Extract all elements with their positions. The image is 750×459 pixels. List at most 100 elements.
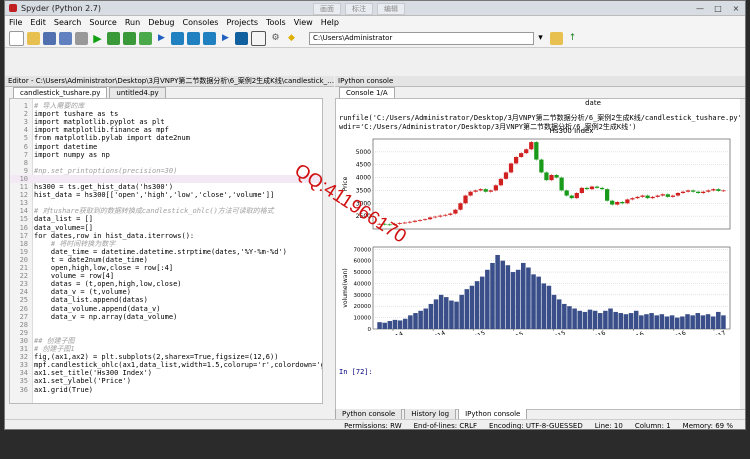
candle-body xyxy=(685,190,691,192)
menu-item-run[interactable]: Run xyxy=(125,18,140,27)
x-tick-label: Nov 2016 xyxy=(659,329,688,335)
candle-body xyxy=(569,195,574,199)
status-permissions: Permissions: RW xyxy=(344,421,402,430)
candle-body xyxy=(422,219,428,221)
overlay-button-2[interactable]: 标注 xyxy=(345,3,373,15)
console-prompt[interactable]: In [72]: xyxy=(339,368,373,376)
step-into-icon[interactable] xyxy=(187,31,200,45)
candle-body xyxy=(407,221,413,223)
step-return-icon[interactable] xyxy=(203,31,216,45)
step-icon[interactable] xyxy=(171,31,184,45)
volume-bar xyxy=(705,314,711,329)
menu-item-projects[interactable]: Projects xyxy=(226,18,258,27)
candle-body xyxy=(599,187,605,190)
menu-item-source[interactable]: Source xyxy=(89,18,116,27)
maximize-button[interactable]: □ xyxy=(709,4,727,13)
run-cell-icon[interactable] xyxy=(107,31,120,45)
recorder-overlay: 画面 标注 编辑 xyxy=(313,3,405,15)
volume-tick-label: 10000 xyxy=(354,316,372,322)
volume-bar xyxy=(521,262,526,329)
candle-body xyxy=(696,191,701,193)
volume-bar xyxy=(402,318,408,329)
save-icon[interactable] xyxy=(43,31,56,45)
dropdown-icon[interactable]: ▾ xyxy=(534,32,547,45)
minimize-button[interactable]: — xyxy=(691,4,709,13)
candle-body xyxy=(640,195,645,197)
parent-dir-icon[interactable]: ↑ xyxy=(566,32,579,45)
candle-body xyxy=(427,217,433,220)
candle-body xyxy=(493,185,498,191)
volume-bar xyxy=(695,313,701,329)
chart-title: Hs300 Index xyxy=(550,127,594,135)
browse-folder-icon[interactable] xyxy=(550,31,563,45)
candle-body xyxy=(645,195,650,199)
volume-bar xyxy=(551,294,557,329)
volume-bar xyxy=(690,315,695,329)
candle-body xyxy=(458,203,463,210)
code-text: ax1.set_title('Hs300 Index') xyxy=(34,369,153,378)
volume-bar xyxy=(613,311,618,329)
menu-item-file[interactable]: File xyxy=(9,18,22,27)
candle-body xyxy=(716,189,721,191)
menu-item-consoles[interactable]: Consoles xyxy=(183,18,219,27)
preferences-icon[interactable]: ⚙ xyxy=(269,32,282,45)
menu-item-view[interactable]: View xyxy=(294,18,313,27)
volume-tick-label: 40000 xyxy=(354,281,372,287)
x-tick-label: Jul 2016 xyxy=(620,330,646,335)
volume-bar xyxy=(628,313,634,329)
python-path-icon[interactable]: ◆ xyxy=(285,32,298,45)
candle-body xyxy=(488,190,493,192)
save-all-icon[interactable] xyxy=(59,31,72,45)
candle-body xyxy=(508,163,514,173)
open-folder-icon[interactable] xyxy=(27,31,40,45)
volume-bar xyxy=(413,313,418,329)
volume-bar xyxy=(592,310,598,329)
debug-icon[interactable]: ▶ xyxy=(155,32,168,45)
maximize-pane-icon[interactable] xyxy=(251,30,266,46)
run-icon[interactable]: ▶ xyxy=(91,32,104,45)
new-file-icon[interactable] xyxy=(9,30,24,46)
candle-body xyxy=(615,202,620,205)
volume-bar xyxy=(644,314,649,329)
run-selection-icon[interactable] xyxy=(139,31,152,45)
volume-bar xyxy=(536,276,541,329)
console-scrollbar[interactable] xyxy=(740,99,745,409)
code-text: date_time = datetime.datetime.strptime(d… xyxy=(34,247,287,256)
code-text: ## 创建子图 xyxy=(34,336,75,345)
ipython-console[interactable]: runfile('C:/Users/Administrator/Desktop/… xyxy=(335,98,745,410)
working-directory-field[interactable]: C:\Users\Administrator xyxy=(309,31,534,45)
code-text: ax1.set_ylabel('Price') xyxy=(34,377,131,386)
status-bar: Permissions: RW End-of-lines: CRLF Encod… xyxy=(5,419,745,430)
print-icon[interactable] xyxy=(75,31,88,45)
candle-body xyxy=(483,189,488,192)
volume-bar xyxy=(515,269,521,329)
volume-bar xyxy=(659,314,665,329)
candle-body xyxy=(605,189,610,201)
stop-debug-icon[interactable] xyxy=(235,31,248,45)
x-tick-label: Jul 2014 xyxy=(379,330,405,335)
x-tick-label: Nov 2015 xyxy=(538,329,567,335)
run-cell-advance-icon[interactable] xyxy=(123,31,136,45)
menu-item-search[interactable]: Search xyxy=(54,18,81,27)
menu-item-edit[interactable]: Edit xyxy=(30,18,46,27)
candle-body xyxy=(417,220,423,221)
volume-bar xyxy=(505,265,511,329)
code-editor[interactable]: 1 # 导入需要的库 2 import tushare as ts 3 import ma… xyxy=(9,98,323,404)
volume-bar xyxy=(526,267,531,329)
volume-bar xyxy=(387,321,393,329)
menu-item-debug[interactable]: Debug xyxy=(148,18,174,27)
price-tick-label: 4500 xyxy=(356,162,371,169)
menu-item-help[interactable]: Help xyxy=(321,18,339,27)
menu-item-tools[interactable]: Tools xyxy=(266,18,286,27)
volume-bar xyxy=(639,315,644,329)
volume-bar xyxy=(408,315,413,329)
code-text: import tushare as ts xyxy=(34,110,119,119)
volume-bar xyxy=(567,306,572,329)
candle-body xyxy=(519,153,524,157)
overlay-button-3[interactable]: 编辑 xyxy=(377,3,405,15)
code-text: data_list = [] xyxy=(34,215,94,224)
close-button[interactable]: × xyxy=(727,4,745,13)
continue-icon[interactable]: ▶ xyxy=(219,32,232,45)
candle-body xyxy=(670,195,676,197)
overlay-button-1[interactable]: 画面 xyxy=(313,3,341,15)
